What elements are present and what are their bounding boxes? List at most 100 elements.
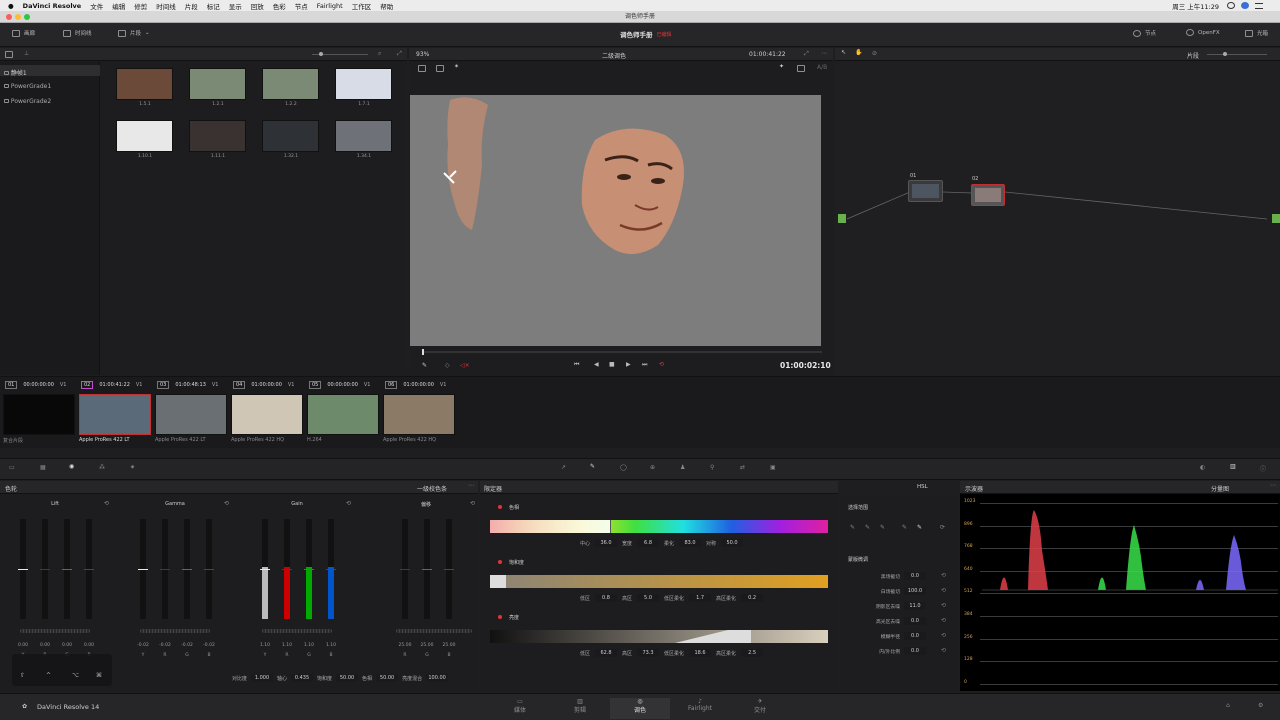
hand-icon[interactable]: ✋ xyxy=(855,49,862,56)
feather-plus-icon[interactable]: ✎ xyxy=(917,524,922,531)
go-start-icon[interactable]: ⏮ xyxy=(574,361,579,369)
motion-effects-icon[interactable]: ✷ xyxy=(130,464,135,471)
lum-lowsoft-field[interactable]: 18.6 xyxy=(689,649,712,657)
play-icon[interactable]: ▶ xyxy=(626,361,631,368)
menu-edit[interactable]: 编辑 xyxy=(112,1,125,11)
scope-icon[interactable]: ▥ xyxy=(1230,463,1236,470)
matte-param-field[interactable]: 100.0 xyxy=(904,587,926,595)
menu-clip[interactable]: 片段 xyxy=(185,1,198,11)
slider-handle[interactable] xyxy=(40,569,50,570)
slider-handle[interactable] xyxy=(304,569,314,570)
notification-center-icon[interactable] xyxy=(1255,2,1263,9)
slider-handle[interactable] xyxy=(204,569,214,570)
qualifier-icon[interactable]: ✎ xyxy=(590,463,595,470)
node-01[interactable] xyxy=(908,180,943,202)
primaries-mode[interactable]: 一级校色条 xyxy=(417,484,447,493)
feather-minus-icon[interactable]: ✎ xyxy=(902,524,907,531)
hue-center-marker[interactable] xyxy=(610,520,611,533)
album-item[interactable]: PowerGrade1 xyxy=(0,80,100,91)
siri-icon[interactable] xyxy=(1241,2,1249,9)
menu-file[interactable]: 文件 xyxy=(90,1,103,11)
camera-icon[interactable] xyxy=(797,65,805,72)
more-icon[interactable]: ⋯ xyxy=(468,482,474,489)
reset-icon[interactable]: ⟲ xyxy=(941,617,946,624)
saturation-field[interactable]: 50.00 xyxy=(336,674,359,682)
timeline-button[interactable]: 时间线 xyxy=(63,29,92,37)
audio-mute-icon[interactable]: ◁× xyxy=(460,362,470,369)
more-icon[interactable]: ⋯ xyxy=(1270,482,1276,489)
color-match-icon[interactable]: ▦ xyxy=(40,464,46,471)
page-media[interactable]: ▭ 媒体 xyxy=(490,698,550,714)
slider-handle[interactable] xyxy=(84,569,94,570)
lum-mix-field[interactable]: 100.00 xyxy=(426,674,449,682)
openfx-button[interactable]: OpenFX xyxy=(1186,29,1220,36)
pointer-icon[interactable]: ↖ xyxy=(841,49,846,56)
slider-handle[interactable] xyxy=(18,569,28,570)
rgb-mixer-icon[interactable]: ⁂ xyxy=(99,464,105,471)
clip-thumbnail[interactable] xyxy=(383,394,455,435)
clip-thumbnail[interactable] xyxy=(79,394,151,435)
still-thumbnail[interactable] xyxy=(335,120,392,152)
clip-thumbnail[interactable] xyxy=(155,394,227,435)
still-thumbnail[interactable] xyxy=(189,120,246,152)
slider-handle[interactable] xyxy=(282,569,292,570)
ab-icon[interactable]: A/B xyxy=(817,64,827,71)
minimize-window-icon[interactable] xyxy=(15,14,21,20)
zoom-icon[interactable]: ⊘ xyxy=(872,50,877,57)
lum-low-field[interactable]: 62.8 xyxy=(595,649,618,657)
thumb-size-handle[interactable] xyxy=(319,52,323,56)
search-icon[interactable]: ⌕ xyxy=(378,50,381,58)
page-color[interactable]: ◎ 调色 xyxy=(610,698,670,719)
still-thumbnail[interactable] xyxy=(262,68,319,100)
reset-icon[interactable]: ⟲ xyxy=(470,500,475,507)
menu-playback[interactable]: 回放 xyxy=(251,1,264,11)
eyedropper-icon[interactable]: ✎ xyxy=(422,362,427,369)
lightbox-button[interactable]: 光箱 xyxy=(1245,29,1268,37)
sat-low-field[interactable]: 0.8 xyxy=(595,594,618,602)
clips-button[interactable]: 片段 ⌄ xyxy=(118,29,150,37)
slider-handle[interactable] xyxy=(400,569,410,570)
highlight-icon[interactable]: ✦ xyxy=(779,63,784,70)
clip-thumbnail[interactable] xyxy=(231,394,303,435)
matte-param-field[interactable]: 0.0 xyxy=(904,617,926,625)
pivot-field[interactable]: 0.435 xyxy=(291,674,314,682)
zoom-window-icon[interactable] xyxy=(24,14,30,20)
sat-range-bar[interactable] xyxy=(490,575,828,588)
apple-icon[interactable]: ● xyxy=(8,2,14,10)
still-thumbnail[interactable] xyxy=(262,120,319,152)
blur-icon[interactable]: ♟ xyxy=(680,464,685,471)
clip-thumbnail[interactable] xyxy=(3,394,75,435)
master-wheel-dial[interactable] xyxy=(140,629,210,633)
still-thumbnail[interactable] xyxy=(116,68,173,100)
scope-mode[interactable]: 分量图 xyxy=(1211,484,1229,493)
video-frame[interactable] xyxy=(410,95,821,346)
erase-icon[interactable]: ◇ xyxy=(445,362,450,369)
album-item[interactable]: PowerGrade2 xyxy=(0,95,100,106)
sat-lowsoft-field[interactable]: 1.7 xyxy=(689,594,712,602)
reset-icon[interactable]: ⟲ xyxy=(224,500,229,507)
settings-gear-icon[interactable]: ⚙ xyxy=(1258,702,1263,709)
clip-thumbnail[interactable] xyxy=(307,394,379,435)
playhead-marker[interactable] xyxy=(422,349,424,355)
nodes-button[interactable]: 节点 xyxy=(1133,29,1156,37)
sat-selection[interactable] xyxy=(490,575,506,588)
picker-icon[interactable]: ✎ xyxy=(850,524,855,531)
hue-sym-field[interactable]: 50.0 xyxy=(721,539,744,547)
master-wheel-dial[interactable] xyxy=(396,629,472,633)
search-icon[interactable] xyxy=(1227,2,1235,9)
invert-icon[interactable]: ⟳ xyxy=(940,524,945,531)
qualifier-mode[interactable]: HSL xyxy=(917,484,928,490)
menu-help[interactable]: 帮助 xyxy=(380,1,393,11)
home-icon[interactable]: ⌂ xyxy=(1226,702,1230,709)
fullscreen-icon[interactable]: ⤢ xyxy=(804,50,809,58)
expand-icon[interactable]: ⤢ xyxy=(397,50,402,58)
sat-high-field[interactable]: 5.0 xyxy=(637,594,660,602)
viewer-mode[interactable]: 二级调色 xyxy=(602,51,626,60)
hue-center-field[interactable]: 36.0 xyxy=(595,539,618,547)
album-item[interactable]: 静帧1 xyxy=(0,65,100,77)
viewer-scrubber[interactable] xyxy=(422,351,822,353)
master-wheel-dial[interactable] xyxy=(262,629,332,633)
menu-mark[interactable]: 标记 xyxy=(207,1,220,11)
menu-workspace[interactable]: 工作区 xyxy=(352,1,372,11)
sat-highsoft-field[interactable]: 0.2 xyxy=(741,594,764,602)
